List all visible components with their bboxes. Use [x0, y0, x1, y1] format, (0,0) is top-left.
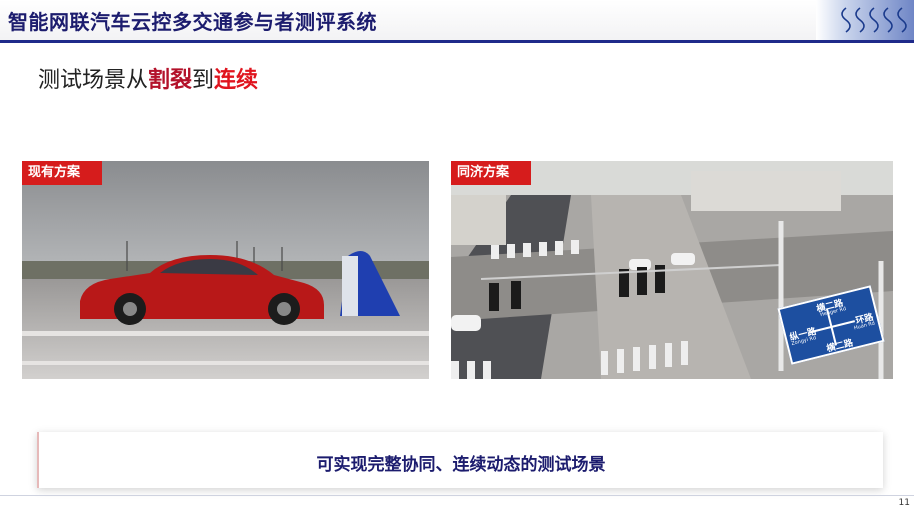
slide-header: 智能网联汽车云控多交通参与者测评系统 [0, 0, 914, 43]
left-photo-panel: 现有方案 [22, 161, 429, 379]
tongji-scheme-label: 同济方案 [451, 161, 532, 185]
caption-box: 可实现完整协同、连续动态的测试场景 [37, 432, 883, 488]
university-logo [816, 0, 914, 40]
footer-divider [0, 495, 914, 496]
right-photo-panel: 横二路 Henger Rd 纵一路 Zongyi Rd 环路 Huan Rd 横… [451, 161, 893, 379]
current-scheme-label: 现有方案 [22, 161, 103, 185]
subtitle-part-1: 测试场景从 [38, 68, 149, 93]
slide-subtitle: 测试场景从割裂到连续 [38, 62, 258, 94]
red-car-test-photo [22, 161, 429, 379]
header-divider [0, 40, 914, 43]
caption-text: 可实现完整协同、连续动态的测试场景 [316, 455, 606, 475]
slide-title: 智能网联汽车云控多交通参与者测评系统 [8, 10, 377, 34]
subtitle-emphasis-continuous: 连续 [214, 68, 259, 93]
university-seal-icon [841, 7, 907, 33]
subtitle-part-3: 到 [192, 68, 215, 93]
subtitle-emphasis-split: 割裂 [148, 68, 193, 93]
page-number: 11 [898, 498, 910, 508]
